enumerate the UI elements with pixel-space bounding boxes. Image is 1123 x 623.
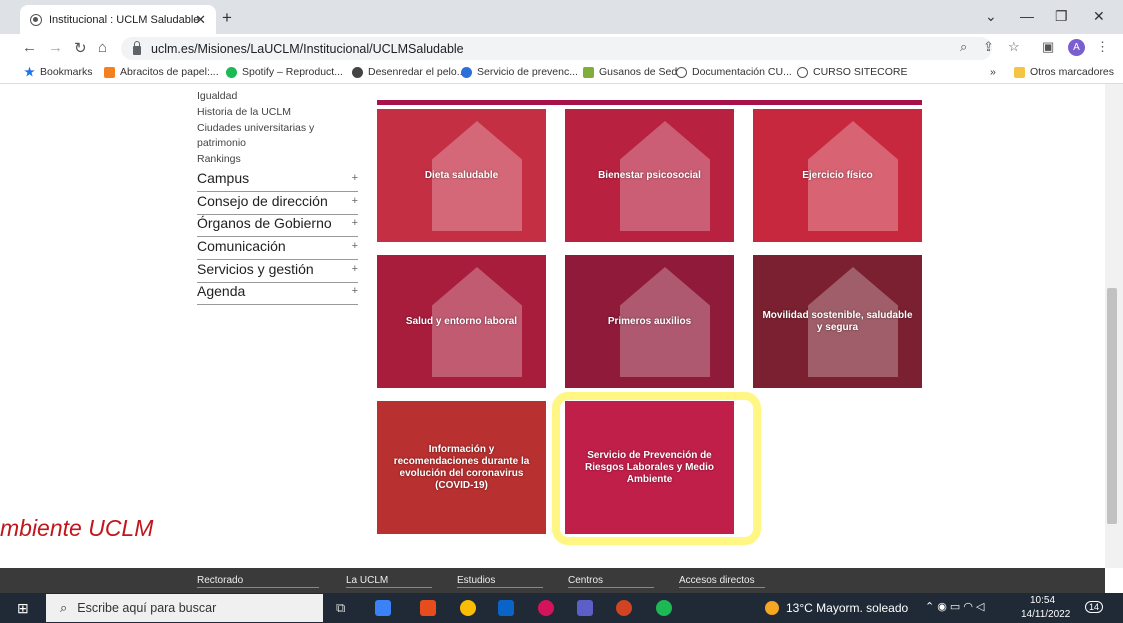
sidebar-subitem[interactable]: Rankings — [197, 153, 241, 165]
browser-tab[interactable]: Institucional : UCLM Saludable ✕ — [20, 5, 216, 34]
tile-covid[interactable]: Información y recomendaciones durante la… — [377, 401, 546, 534]
outlook-icon[interactable] — [498, 600, 514, 616]
expand-icon[interactable]: + — [352, 285, 358, 297]
back-icon[interactable]: ← — [22, 39, 37, 56]
new-tab-button[interactable]: + — [222, 8, 232, 28]
sidebar-subitem[interactable]: patrimonio — [197, 137, 246, 149]
bookmark-item[interactable]: CURSO SITECORE — [797, 66, 908, 78]
tile-bienestar-psicosocial[interactable]: Bienestar psicosocial — [565, 109, 734, 242]
forward-icon[interactable]: → — [48, 39, 63, 56]
sidebar-subitem[interactable]: Ciudades universitarias y — [197, 122, 314, 134]
zoom-icon[interactable]: ⌕ — [960, 39, 967, 55]
reload-icon[interactable]: ↻ — [74, 39, 87, 57]
bookmark-item[interactable]: Gusanos de Seda — [583, 66, 683, 78]
windows-taskbar: ⊞ ⌕ Escribe aquí para buscar ⧉ 13°C Mayo… — [0, 593, 1123, 623]
globe-icon — [676, 66, 687, 78]
bookmark-item[interactable]: Spotify – Reproduct... — [226, 66, 343, 78]
restore-button[interactable]: ❐ — [1055, 8, 1068, 25]
expand-icon[interactable]: + — [352, 263, 358, 275]
sidebar-item-agenda[interactable]: Agenda + — [197, 283, 358, 305]
notifications-badge[interactable]: 14 — [1085, 601, 1104, 613]
spotify-icon[interactable] — [656, 600, 672, 616]
site-icon — [461, 66, 472, 78]
powerpoint-icon[interactable] — [616, 600, 632, 616]
tab-title: Institucional : UCLM Saludable — [49, 13, 200, 26]
scrollbar-thumb[interactable] — [1107, 288, 1117, 524]
tile-dieta-saludable[interactable]: Dieta saludable — [377, 109, 546, 242]
bookmark-item[interactable]: Bookmarks — [24, 66, 93, 78]
site-icon — [352, 66, 363, 78]
address-bar[interactable]: uclm.es/Misiones/LaUCLM/Institucional/UC… — [121, 37, 992, 60]
more-bookmarks-button[interactable]: » — [990, 66, 996, 78]
profile-avatar[interactable]: A — [1068, 39, 1085, 56]
star-icon[interactable]: ☆ — [1008, 39, 1020, 55]
sidebar-item-servicios[interactable]: Servicios y gestión + — [197, 261, 358, 283]
url-text: uclm.es/Misiones/LaUCLM/Institucional/UC… — [151, 41, 464, 56]
footer-column-title[interactable]: La UCLM — [346, 575, 432, 588]
site-icon — [583, 66, 594, 78]
taskbar-search-input[interactable]: ⌕ Escribe aquí para buscar — [46, 594, 323, 622]
tile-movilidad[interactable]: Movilidad sostenible, saludable y segura — [753, 255, 922, 388]
edge-icon[interactable] — [538, 600, 554, 616]
chevron-down-icon[interactable]: ⌄ — [985, 8, 997, 25]
clock-time[interactable]: 10:54 — [1030, 595, 1055, 606]
globe-icon — [797, 66, 808, 78]
share-icon[interactable]: ⇪ — [983, 39, 994, 55]
windows-start-icon[interactable]: ⊞ — [17, 600, 29, 617]
search-icon: ⌕ — [60, 600, 68, 615]
footer-column-title[interactable]: Accesos directos — [679, 575, 765, 588]
other-bookmarks-folder[interactable]: Otros marcadores — [1014, 66, 1114, 78]
bookmarks-bar: Bookmarks Abracitos de papel:... Spotify… — [0, 62, 1123, 84]
site-footer: Rectorado La UCLM Estudios Centros Acces… — [0, 568, 1105, 593]
expand-icon[interactable]: + — [352, 195, 358, 207]
sidebar-item-campus[interactable]: Campus + — [197, 170, 358, 192]
overlay-caption: mbiente UCLM — [0, 515, 154, 541]
tab-bar: Institucional : UCLM Saludable ✕ + ⌄ — ❐… — [0, 0, 1123, 34]
sidebar-item-consejo[interactable]: Consejo de dirección + — [197, 193, 358, 215]
bookmark-item[interactable]: Abracitos de papel:... — [104, 66, 219, 78]
expand-icon[interactable]: + — [352, 172, 358, 184]
browser-toolbar: ← → ↻ ⌂ uclm.es/Misiones/LaUCLM/Instituc… — [0, 34, 1123, 62]
weather-text[interactable]: 13°C Mayorm. soleado — [786, 601, 908, 615]
menu-icon[interactable]: ⋮ — [1096, 39, 1109, 55]
sidebar-subitem[interactable]: Historia de la UCLM — [197, 106, 291, 118]
office-icon[interactable] — [420, 600, 436, 616]
folder-icon — [1014, 66, 1025, 78]
minimize-button[interactable]: — — [1020, 8, 1034, 24]
chrome-icon[interactable] — [460, 600, 476, 616]
close-tab-icon[interactable]: ✕ — [195, 12, 206, 28]
clock-date[interactable]: 14/11/2022 — [1021, 609, 1070, 620]
spotify-icon — [226, 66, 237, 78]
sidebar-item-comunicacion[interactable]: Comunicación + — [197, 238, 358, 260]
globe-icon — [30, 13, 42, 26]
task-view-icon[interactable]: ⧉ — [336, 600, 352, 616]
lock-icon — [133, 41, 141, 55]
tile-salud-entorno-laboral[interactable]: Salud y entorno laboral — [377, 255, 546, 388]
home-icon[interactable]: ⌂ — [98, 39, 107, 56]
sidepanel-icon[interactable]: ▣ — [1042, 39, 1054, 55]
expand-icon[interactable]: + — [352, 217, 358, 229]
star-icon — [24, 66, 35, 77]
footer-column-title[interactable]: Rectorado — [197, 575, 319, 588]
sidebar-item-organos[interactable]: Órganos de Gobierno + — [197, 215, 358, 237]
teams-icon[interactable] — [577, 600, 593, 616]
close-window-button[interactable]: ✕ — [1093, 8, 1105, 25]
footer-column-title[interactable]: Estudios — [457, 575, 543, 588]
footer-column-title[interactable]: Centros — [568, 575, 654, 588]
weather-icon — [765, 601, 779, 615]
highlight-annotation — [552, 392, 761, 545]
bookmark-item[interactable]: Servicio de prevenc... — [461, 66, 578, 78]
sidebar-subitem[interactable]: Igualdad — [197, 90, 237, 102]
bookmark-item[interactable]: Desenredar el pelo... — [352, 66, 465, 78]
expand-icon[interactable]: + — [352, 240, 358, 252]
bookmark-item[interactable]: Documentación CU... — [676, 66, 792, 78]
section-divider — [377, 100, 922, 105]
tile-ejercicio-fisico[interactable]: Ejercicio físico — [753, 109, 922, 242]
tray-icons[interactable]: ⌃ ◉ ▭ ◠ ◁ — [925, 600, 985, 613]
tile-primeros-auxilios[interactable]: Primeros auxilios — [565, 255, 734, 388]
blogger-icon — [104, 66, 115, 78]
file-explorer-icon[interactable] — [375, 600, 391, 616]
